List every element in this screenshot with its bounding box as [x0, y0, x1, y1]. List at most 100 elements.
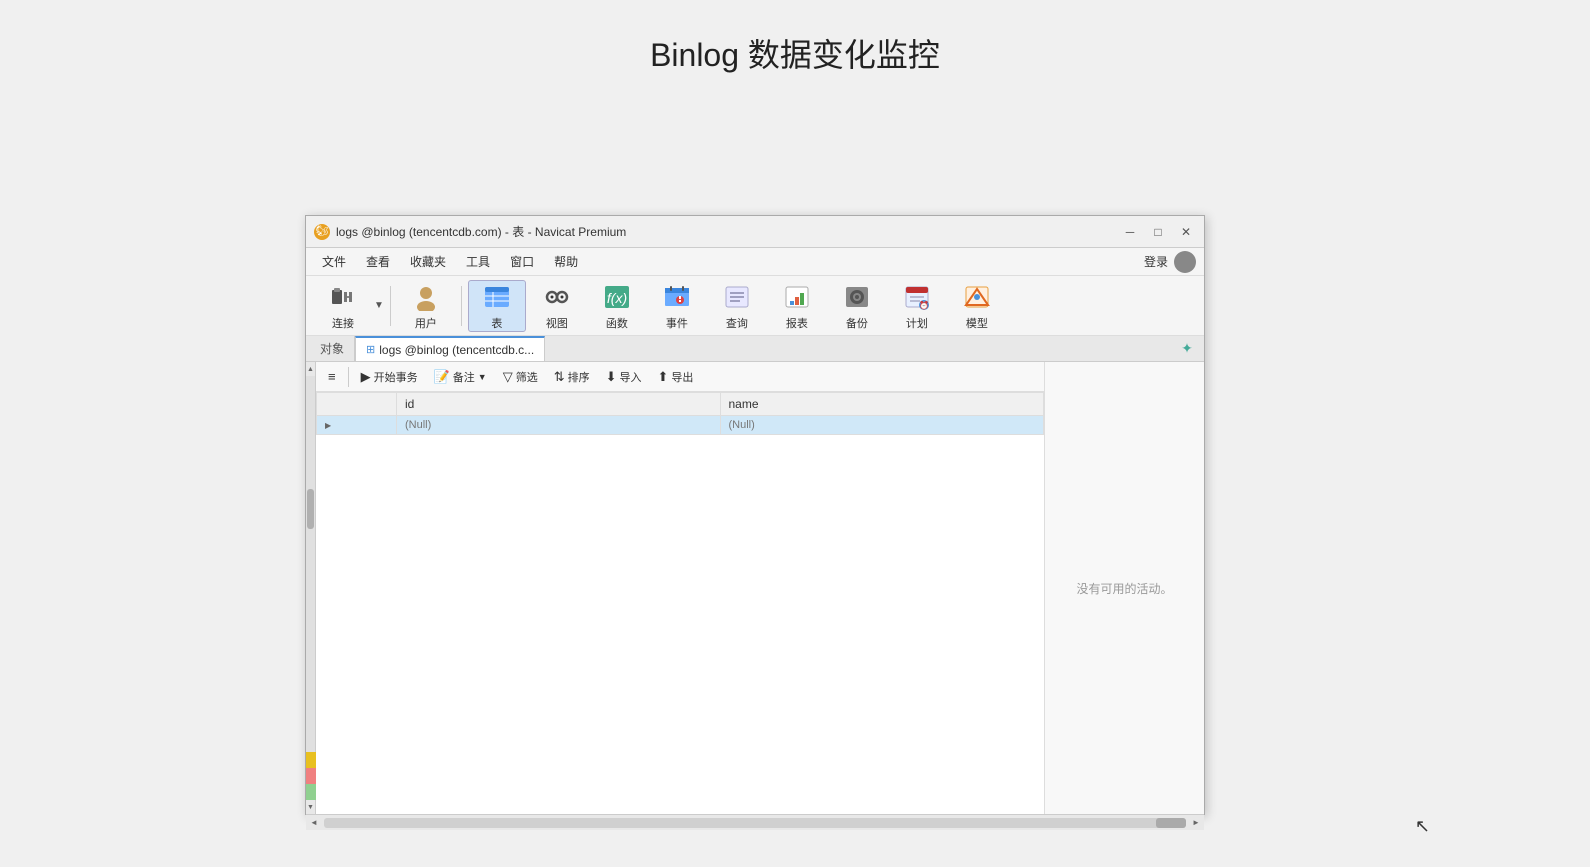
content-area: ▲ ▼ ≡ ▶ 开始事务 📝: [306, 362, 1204, 814]
filter-btn[interactable]: ▽ 筛选: [497, 367, 544, 387]
h-scroll-track[interactable]: [324, 818, 1186, 828]
main-area: ≡ ▶ 开始事务 📝 备注 ▼ ▽ 筛选 ⇅ 排序: [316, 362, 1044, 814]
title-bar-controls: ─ □ ✕: [1120, 222, 1196, 242]
menu-bar: 文件 查看 收藏夹 工具 窗口 帮助 登录: [306, 248, 1204, 276]
table-header-id[interactable]: id: [397, 393, 721, 416]
menu-favorites[interactable]: 收藏夹: [402, 251, 454, 272]
svg-text:⏰: ⏰: [919, 300, 929, 310]
toolbar-query-label: 查询: [726, 315, 748, 331]
tab-suffix: [545, 336, 1174, 361]
report-icon: [781, 281, 813, 313]
scroll-thumb: [307, 489, 314, 529]
query-icon: [721, 281, 753, 313]
scroll-right-btn[interactable]: ►: [1188, 815, 1204, 831]
toolbar: 连接 ▼ 用户: [306, 276, 1204, 336]
toolbar-report-label: 报表: [786, 315, 808, 331]
event-icon: [661, 281, 693, 313]
import-icon: ⬇: [606, 369, 617, 385]
toolbar-event-label: 事件: [666, 315, 688, 331]
plan-icon: ⏰: [901, 281, 933, 313]
mouse-cursor: ↖: [1415, 816, 1430, 837]
left-scrollbar: ▲ ▼: [306, 362, 316, 814]
comment-btn[interactable]: 📝 备注 ▼: [428, 367, 493, 387]
scroll-left-btn[interactable]: ◄: [306, 815, 322, 831]
cell-id[interactable]: (Null): [397, 416, 721, 435]
table-header-name[interactable]: name: [720, 393, 1044, 416]
comment-label: 备注: [453, 369, 475, 385]
toolbar-query[interactable]: 查询: [708, 280, 766, 332]
menu-help[interactable]: 帮助: [546, 251, 586, 272]
menu-window[interactable]: 窗口: [502, 251, 542, 272]
row-expand-arrow: ▶: [317, 416, 397, 435]
table-row[interactable]: ▶ (Null) (Null): [317, 416, 1044, 435]
menu-icon: ≡: [328, 369, 336, 384]
toolbar-table-label: 表: [491, 315, 502, 331]
sort-icon: ⇅: [554, 369, 565, 385]
scroll-up-btn[interactable]: ▲: [306, 362, 315, 376]
scroll-down-btn[interactable]: ▼: [306, 800, 315, 814]
toolbar-connect-label: 连接: [332, 315, 354, 331]
toolbar-func-label: 函数: [606, 315, 628, 331]
toolbar-user[interactable]: 用户: [397, 280, 455, 332]
toolbar-backup[interactable]: 备份: [828, 280, 886, 332]
toolbar-sep-1: [390, 286, 391, 326]
menu-items: 文件 查看 收藏夹 工具 窗口 帮助: [314, 251, 586, 272]
login-label[interactable]: 登录: [1144, 253, 1168, 270]
export-btn[interactable]: ⬆ 导出: [652, 367, 700, 387]
toolbar-func[interactable]: f(x) 函数: [588, 280, 646, 332]
navicat-window: 🐿 logs @binlog (tencentcdb.com) - 表 - Na…: [305, 215, 1205, 815]
minimize-button[interactable]: ─: [1120, 222, 1140, 242]
import-btn[interactable]: ⬇ 导入: [600, 367, 648, 387]
tab-bar: 对象 ⊞ logs @binlog (tencentcdb.c... ✦: [306, 336, 1204, 362]
filter-label: 筛选: [516, 369, 538, 385]
bottom-scroll-area: ◄ ►: [306, 814, 1204, 830]
no-activity-text: 没有可用的活动。: [1076, 580, 1172, 597]
sidebar-tab-yellow: [306, 752, 316, 768]
svg-text:f(x): f(x): [607, 290, 627, 306]
transaction-icon: ▶: [361, 369, 371, 385]
sidebar-tab-pink: [306, 768, 316, 784]
toolbar-menu-btn[interactable]: ≡: [322, 367, 342, 386]
sort-btn[interactable]: ⇅ 排序: [548, 367, 596, 387]
toolbar-model[interactable]: 模型: [948, 280, 1006, 332]
page-title: Binlog 数据变化监控: [0, 0, 1590, 106]
menu-tools[interactable]: 工具: [458, 251, 498, 272]
toolbar-connect[interactable]: 连接: [314, 280, 372, 332]
menu-view[interactable]: 查看: [358, 251, 398, 272]
login-area: 登录: [1144, 251, 1196, 273]
import-label: 导入: [620, 369, 642, 385]
active-tab-label: logs @binlog (tencentcdb.c...: [379, 343, 534, 357]
toolbar-table[interactable]: 表: [468, 280, 526, 332]
connect-icon: [327, 281, 359, 313]
h-scroll-thumb: [1156, 818, 1186, 828]
comment-dropdown[interactable]: ▼: [478, 372, 487, 382]
toolbar-view-label: 视图: [546, 315, 568, 331]
toolbar-sep-2: [461, 286, 462, 326]
export-icon: ⬆: [658, 369, 669, 385]
tab-logs-active[interactable]: ⊞ logs @binlog (tencentcdb.c...: [355, 336, 545, 361]
toolbar-model-label: 模型: [966, 315, 988, 331]
filter-icon: ▽: [503, 369, 513, 385]
toolbar-backup-label: 备份: [846, 315, 868, 331]
close-button[interactable]: ✕: [1176, 222, 1196, 242]
tab-objects[interactable]: 对象: [310, 336, 355, 361]
backup-icon: [841, 281, 873, 313]
data-table: id name ▶ (Null) (Null): [316, 392, 1044, 435]
table-container: id name ▶ (Null) (Null): [316, 392, 1044, 814]
toolbar-plan[interactable]: ⏰ 计划: [888, 280, 946, 332]
export-label: 导出: [671, 369, 693, 385]
connect-dropdown-arrow[interactable]: ▼: [374, 300, 384, 311]
toolbar-plan-label: 计划: [906, 315, 928, 331]
start-transaction-label: 开始事务: [374, 369, 418, 385]
table-icon: [481, 281, 513, 313]
title-bar-left: 🐿 logs @binlog (tencentcdb.com) - 表 - Na…: [314, 223, 626, 240]
cell-name[interactable]: (Null): [720, 416, 1044, 435]
toolbar-event[interactable]: 事件: [648, 280, 706, 332]
tab-action-btn[interactable]: ✦: [1174, 336, 1200, 361]
menu-file[interactable]: 文件: [314, 251, 354, 272]
table-toolbar: ≡ ▶ 开始事务 📝 备注 ▼ ▽ 筛选 ⇅ 排序: [316, 362, 1044, 392]
maximize-button[interactable]: □: [1148, 222, 1168, 242]
toolbar-report[interactable]: 报表: [768, 280, 826, 332]
start-transaction-btn[interactable]: ▶ 开始事务: [355, 367, 424, 387]
toolbar-view[interactable]: 视图: [528, 280, 586, 332]
